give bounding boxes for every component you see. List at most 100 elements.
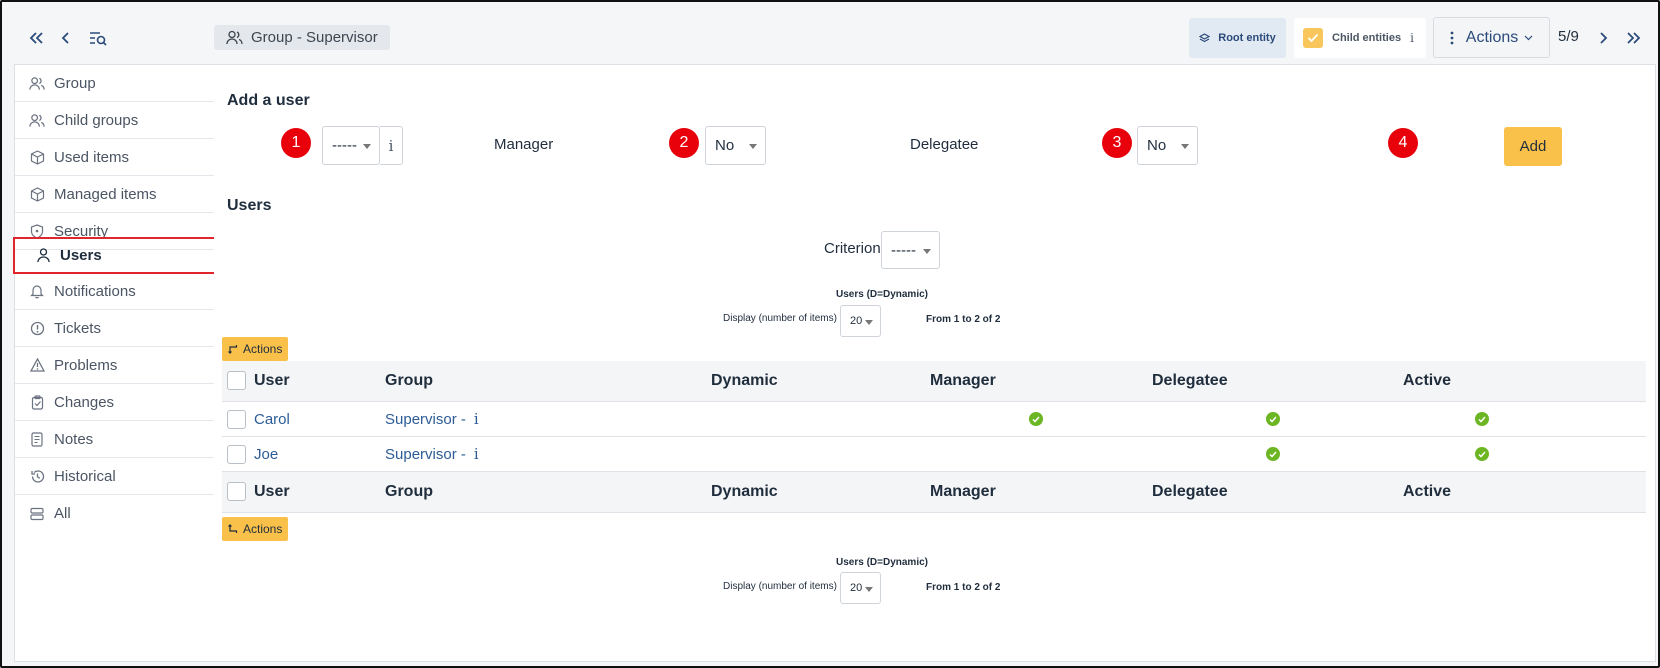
top-bar: Group - Supervisor Root entity Child ent… [2,2,1658,70]
child-entities-label: Child entities [1332,32,1402,44]
sidebar-item-tickets[interactable]: Tickets [15,310,214,347]
manager-select-value: No [715,137,735,154]
sidebar-item-users[interactable]: Users [13,237,216,274]
search-list-icon[interactable] [86,26,110,50]
more-vertical-icon [1450,31,1454,45]
alert-circle-icon [29,320,45,336]
active-check [1475,402,1489,436]
record-counter: 5/9 [1558,28,1579,45]
step-badge-2: 2 [669,128,699,158]
child-entities-checkbox[interactable] [1303,28,1323,48]
add-user-title: Add a user [227,92,310,109]
manager-select[interactable]: No [705,126,766,165]
group-link[interactable]: Supervisor - [385,446,466,463]
users-icon [226,30,243,45]
column-header-dynamic[interactable]: Dynamic [711,361,778,401]
delegatee-select-value: No [1147,137,1167,154]
info-icon[interactable]: i [380,126,403,165]
last-record-icon[interactable] [1622,26,1646,50]
notes-icon [29,431,45,447]
bell-icon [29,283,45,299]
users-icon [29,75,45,91]
mass-actions-label: Actions [243,522,283,536]
caret-down-icon [749,144,757,149]
group-cell: Supervisor - i [385,402,479,436]
display-count-select[interactable]: 20 [840,572,881,604]
mass-actions-button[interactable]: Actions [222,337,288,361]
display-count-select[interactable]: 20 [840,305,881,337]
table-row: Joe Supervisor - i [222,437,1646,472]
sidebar-item-managed-items[interactable]: Managed items [15,176,214,213]
breadcrumb-label: Group - Supervisor [251,29,378,46]
next-record-icon[interactable] [1591,26,1615,50]
column-footer-user[interactable]: User [254,472,290,512]
column-footer-dynamic[interactable]: Dynamic [711,472,778,512]
select-all-checkbox[interactable] [227,482,246,501]
main-panel: Add a user 1 ----- i Manager 2 No Delega… [214,64,1656,662]
first-record-icon[interactable] [24,26,48,50]
sidebar-item-label: Tickets [54,319,101,337]
delegatee-label: Delegatee [910,136,979,153]
mass-actions-label: Actions [243,342,283,356]
sidebar-item-notifications[interactable]: Notifications [15,273,214,310]
mass-actions-button[interactable]: Actions [222,517,288,541]
select-all-checkbox[interactable] [227,371,246,390]
corner-up-left-icon [228,524,238,534]
sidebar-item-historical[interactable]: Historical [15,458,214,495]
actions-label: Actions [1465,28,1519,46]
column-header-active[interactable]: Active [1403,361,1451,401]
sidebar-item-label: Child groups [54,111,139,129]
caret-down-icon [865,320,873,325]
check-circle-icon [1266,447,1280,461]
column-header-user[interactable]: User [254,361,290,401]
column-footer-manager[interactable]: Manager [930,472,996,512]
users-caption: Users (D=Dynamic) [836,557,928,568]
user-link[interactable]: Joe [254,437,278,471]
user-select[interactable]: ----- [322,126,380,165]
previous-record-icon[interactable] [54,26,78,50]
criterion-select[interactable]: ----- [881,231,940,269]
add-user-button[interactable]: Add [1504,127,1562,166]
group-link[interactable]: Supervisor - [385,411,466,428]
sidebar-item-used-items[interactable]: Used items [15,139,214,176]
column-header-manager[interactable]: Manager [930,361,996,401]
display-count-value: 20 [850,582,863,594]
column-header-group[interactable]: Group [385,361,433,401]
info-icon[interactable]: i [1410,31,1414,45]
info-icon[interactable]: i [474,445,479,463]
row-checkbox[interactable] [227,445,246,464]
breadcrumb: Group - Supervisor [214,25,390,50]
check-circle-icon [1475,412,1489,426]
sidebar-item-problems[interactable]: Problems [15,347,214,384]
clipboard-check-icon [29,394,45,410]
sidebar-item-label: Managed items [54,185,157,203]
check-circle-icon [1475,447,1489,461]
root-entity-label: Root entity [1218,32,1276,44]
user-link[interactable]: Carol [254,402,290,436]
users-title: Users [227,197,272,214]
sidebar: Group Child groups Used items Managed it… [13,64,216,662]
display-label: Display (number of items) [723,313,837,324]
sidebar-item-notes[interactable]: Notes [15,421,214,458]
caret-down-icon [923,249,931,254]
step-badge-3: 3 [1102,128,1132,158]
display-label: Display (number of items) [723,581,837,592]
sidebar-item-changes[interactable]: Changes [15,384,214,421]
column-footer-group[interactable]: Group [385,472,433,512]
row-checkbox[interactable] [227,410,246,429]
actions-menu-button[interactable]: Actions [1433,17,1550,58]
sidebar-item-group[interactable]: Group [15,65,214,102]
child-entities-toggle[interactable]: Child entities i [1294,18,1426,58]
caret-down-icon [363,144,371,149]
info-icon[interactable]: i [474,410,479,428]
delegatee-select[interactable]: No [1137,126,1198,165]
manager-check [1029,402,1043,436]
root-entity-button[interactable]: Root entity [1189,18,1286,58]
pager-range: From 1 to 2 of 2 [926,582,1001,593]
sidebar-item-all[interactable]: All [15,495,214,532]
table-row: Carol Supervisor - i [222,402,1646,437]
column-footer-delegatee[interactable]: Delegatee [1152,472,1228,512]
column-footer-active[interactable]: Active [1403,472,1451,512]
sidebar-item-child-groups[interactable]: Child groups [15,102,214,139]
column-header-delegatee[interactable]: Delegatee [1152,361,1228,401]
